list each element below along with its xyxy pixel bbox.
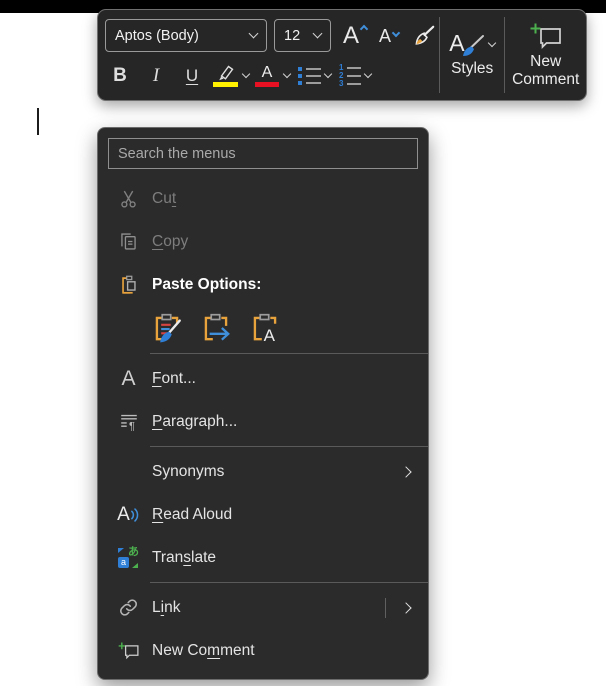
menu-search xyxy=(108,138,418,169)
menu-item-paste-options: Paste Options: xyxy=(98,263,428,306)
paste-keep-text-only-icon: A xyxy=(253,313,277,345)
font-name-value: Aptos (Body) xyxy=(115,27,199,44)
chevron-down-icon xyxy=(312,28,323,39)
paste-options-row: A xyxy=(98,306,428,350)
paste-merge-formatting-icon xyxy=(204,313,230,341)
menu-item-label: Paragraph... xyxy=(152,412,238,430)
svg-text:A: A xyxy=(264,326,276,345)
read-aloud-icon: A xyxy=(115,505,142,524)
menu-item-label: Font... xyxy=(152,369,196,387)
font-size-value: 12 xyxy=(284,27,301,44)
chevron-down-icon[interactable] xyxy=(241,70,251,79)
bullet-square-icon xyxy=(298,81,302,86)
format-painter-button[interactable] xyxy=(411,23,437,49)
menu-item-font[interactable]: A Font... xyxy=(98,357,428,400)
format-painter-icon xyxy=(415,25,435,45)
paste-merge-formatting-button[interactable] xyxy=(197,309,235,347)
menu-separator xyxy=(150,353,428,354)
caret-up-icon xyxy=(359,24,369,33)
copy-icon xyxy=(115,231,142,252)
bullet-square-icon xyxy=(298,74,302,79)
styles-label: Styles xyxy=(451,60,494,78)
paste-keep-text-only-button[interactable]: A xyxy=(246,309,284,347)
menu-item-label: Translate xyxy=(152,548,217,566)
new-comment-icon xyxy=(530,23,561,49)
menu-item-label: New Comment xyxy=(152,641,255,659)
new-comment-icon xyxy=(115,641,142,661)
split-button-divider xyxy=(385,597,386,618)
shrink-font-letter: A xyxy=(379,25,392,46)
menu-item-copy[interactable]: Copy xyxy=(98,220,428,263)
menu-item-cut[interactable]: Cut xyxy=(98,177,428,220)
submenu-arrow-icon xyxy=(400,601,412,614)
highlighter-icon xyxy=(218,65,233,81)
menu-item-translate[interactable]: a あ Translate xyxy=(98,536,428,579)
highlight-color-swatch xyxy=(213,82,238,88)
toolbar-format-group: Aptos (Body) 12 A A B I U A 1 2 3 xyxy=(98,10,439,100)
new-comment-label: New Comment xyxy=(512,52,580,88)
font-size-dropdown[interactable]: 12 xyxy=(274,19,331,53)
menu-item-label: Read Aloud xyxy=(152,505,233,523)
submenu-arrow-icon xyxy=(400,465,412,478)
chevron-down-icon xyxy=(248,28,259,39)
font-color-letter: A xyxy=(261,64,273,82)
styles-icon: A xyxy=(449,31,485,58)
caret-down-icon xyxy=(391,28,401,37)
clipboard-icon xyxy=(115,274,142,296)
paste-options-label: Paste Options: xyxy=(152,275,262,293)
paste-keep-source-formatting-icon xyxy=(155,313,181,343)
paste-keep-source-formatting-button[interactable] xyxy=(148,309,186,347)
scissors-icon xyxy=(115,188,142,209)
new-comment-button[interactable]: New Comment xyxy=(505,10,586,100)
menu-separator xyxy=(150,446,428,447)
toolbar-row-2: B I U A 1 2 3 xyxy=(105,58,437,96)
context-menu: Cut Copy Paste Options: xyxy=(97,127,429,680)
underline-button[interactable]: U xyxy=(177,66,207,86)
menu-item-label: Link xyxy=(152,598,181,616)
menu-item-label: Cut xyxy=(152,189,177,207)
chevron-down-icon[interactable] xyxy=(363,70,373,79)
menu-item-paragraph[interactable]: ¶ Paragraph... xyxy=(98,400,428,443)
mini-formatting-toolbar: Aptos (Body) 12 A A B I U A 1 2 3 A Styl… xyxy=(97,9,587,101)
menu-item-synonyms[interactable]: Synonyms xyxy=(98,450,428,493)
numbered-list-button[interactable]: 1 2 3 xyxy=(339,64,361,88)
bullet-list-button[interactable] xyxy=(298,67,321,86)
bullet-square-icon xyxy=(298,67,302,72)
grow-font-letter: A xyxy=(343,21,360,49)
paragraph-dialog-icon: ¶ xyxy=(115,411,142,433)
menu-item-link[interactable]: Link xyxy=(98,586,428,629)
svg-text:¶: ¶ xyxy=(129,420,135,432)
bold-button[interactable]: B xyxy=(105,65,135,87)
chevron-down-icon[interactable] xyxy=(282,70,292,79)
search-menus-input[interactable] xyxy=(108,138,418,169)
translate-icon: a あ xyxy=(115,547,142,568)
link-icon xyxy=(115,597,142,618)
toolbar-row-1: Aptos (Body) 12 A A xyxy=(105,17,437,55)
menu-item-label: Synonyms xyxy=(152,462,225,480)
font-dialog-icon: A xyxy=(121,367,136,390)
styles-button[interactable]: A Styles xyxy=(440,10,504,100)
menu-item-read-aloud[interactable]: A Read Aloud xyxy=(98,493,428,536)
text-insertion-cursor xyxy=(37,108,39,135)
shrink-font-button[interactable]: A xyxy=(375,26,403,46)
menu-separator xyxy=(150,582,428,583)
grow-font-button[interactable]: A xyxy=(339,21,371,49)
italic-button[interactable]: I xyxy=(141,65,171,87)
font-name-dropdown[interactable]: Aptos (Body) xyxy=(105,19,267,53)
menu-item-label: Copy xyxy=(152,232,189,250)
font-color-button[interactable]: A xyxy=(255,64,279,88)
font-color-swatch xyxy=(255,82,279,88)
chevron-down-icon xyxy=(487,38,497,48)
menu-item-new-comment[interactable]: New Comment xyxy=(98,629,428,672)
chevron-down-icon[interactable] xyxy=(323,70,333,79)
highlight-color-button[interactable] xyxy=(213,65,238,88)
